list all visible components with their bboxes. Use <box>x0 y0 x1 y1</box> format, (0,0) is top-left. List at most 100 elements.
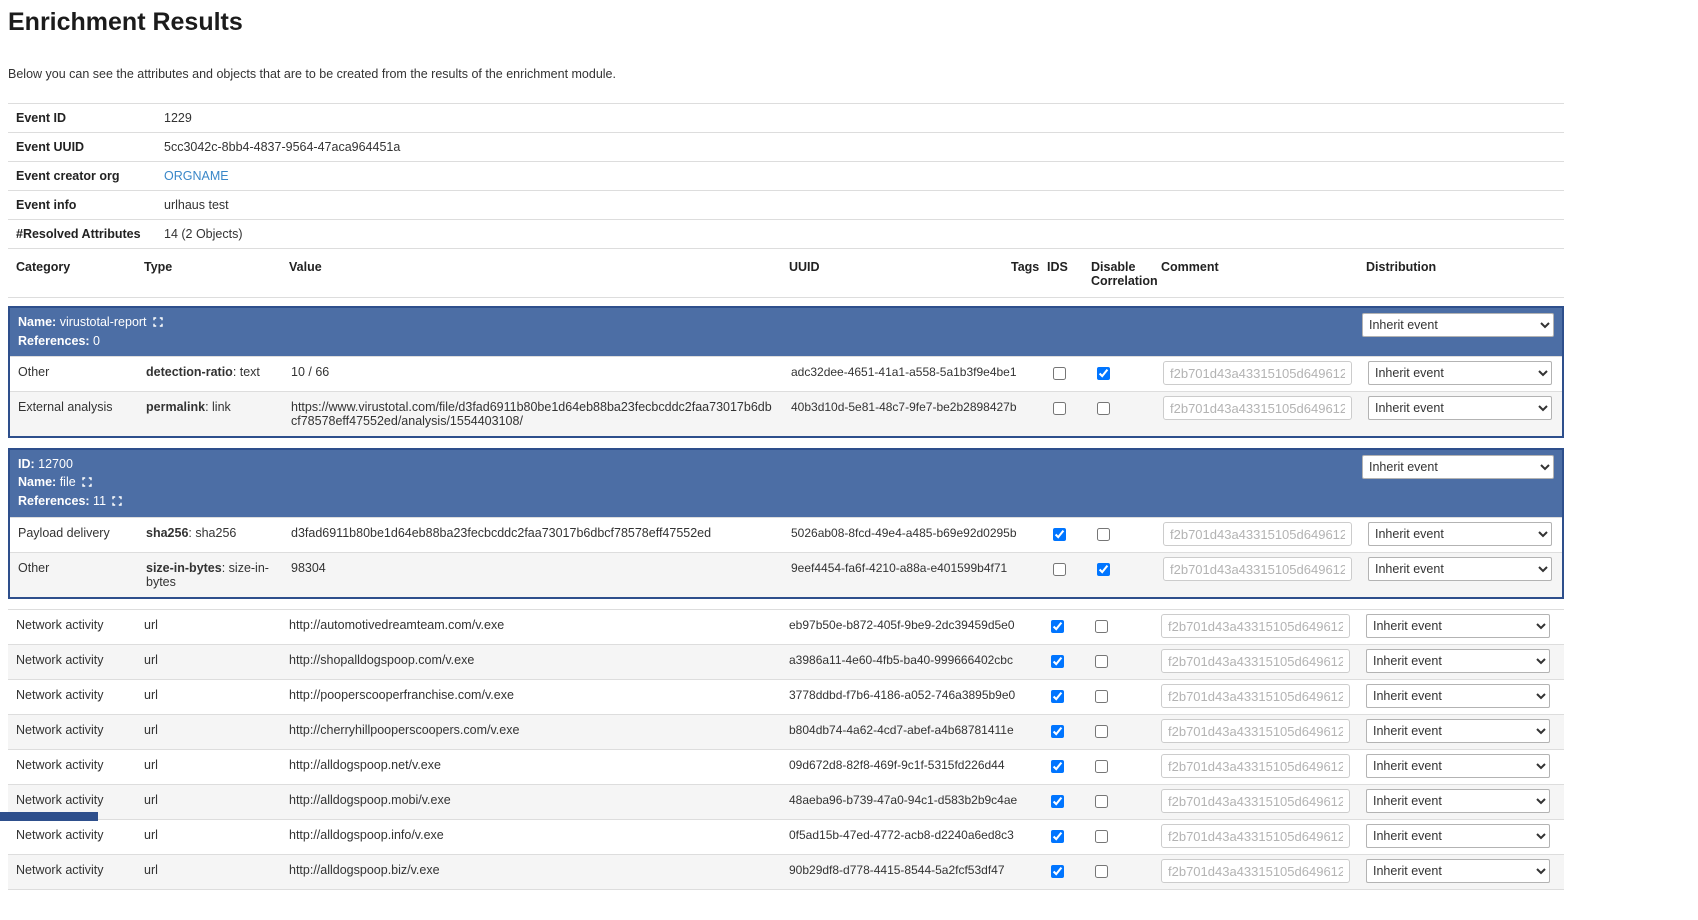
attribute-value: 98304 <box>283 553 783 583</box>
attribute-value: https://www.virustotal.com/file/d3fad691… <box>283 392 783 436</box>
attribute-type: sha256: sha256 <box>138 518 283 548</box>
object-distribution-select[interactable]: Inherit event <box>1362 313 1554 337</box>
disable-correlation-checkbox[interactable] <box>1097 402 1110 415</box>
distribution-select[interactable]: Inherit event <box>1366 719 1550 743</box>
attribute-row: Network activityurlhttp://shopalldogspoo… <box>8 644 1564 679</box>
column-header-comment: Comment <box>1153 251 1358 297</box>
ids-checkbox[interactable] <box>1051 865 1064 878</box>
attribute-uuid: 3778ddbd-f7b6-4186-a052-746a3895b9e0 <box>781 680 1003 710</box>
ids-checkbox[interactable] <box>1051 760 1064 773</box>
distribution-select[interactable]: Inherit event <box>1366 754 1550 778</box>
ids-checkbox[interactable] <box>1051 620 1064 633</box>
object-header-line: References: 11 <box>18 492 1362 511</box>
object-header-lines: ID: 12700Name: fileReferences: 11 <box>18 455 1362 511</box>
distribution-select[interactable]: Inherit event <box>1366 614 1550 638</box>
ids-cell <box>1041 357 1085 391</box>
ids-checkbox[interactable] <box>1053 367 1066 380</box>
ids-checkbox[interactable] <box>1051 725 1064 738</box>
distribution-select[interactable]: Inherit event <box>1368 361 1552 385</box>
expand-icon[interactable] <box>153 314 163 332</box>
ids-checkbox[interactable] <box>1051 690 1064 703</box>
ids-cell <box>1039 715 1083 749</box>
disable-correlation-cell <box>1083 715 1153 749</box>
ids-checkbox[interactable] <box>1053 528 1066 541</box>
comment-cell <box>1153 645 1358 677</box>
attribute-value: http://automotivedreamteam.com/v.exe <box>281 610 781 640</box>
disable-correlation-cell <box>1083 680 1153 714</box>
attribute-category: Other <box>10 357 138 387</box>
attribute-value: http://shopalldogspoop.com/v.exe <box>281 645 781 675</box>
attribute-row: Otherdetection-ratio: text10 / 66adc32de… <box>10 356 1562 391</box>
resolved-attributes-label: #Resolved Attributes <box>8 220 156 249</box>
column-header-distribution: Distribution <box>1358 251 1558 297</box>
disable-correlation-checkbox[interactable] <box>1095 620 1108 633</box>
distribution-select[interactable]: Inherit event <box>1366 649 1550 673</box>
attribute-value: 10 / 66 <box>283 357 783 387</box>
distribution-select[interactable]: Inherit event <box>1366 684 1550 708</box>
distribution-select[interactable]: Inherit event <box>1366 859 1550 883</box>
ids-checkbox[interactable] <box>1051 655 1064 668</box>
ids-checkbox[interactable] <box>1053 402 1066 415</box>
event-creator-org-link[interactable]: ORGNAME <box>164 169 229 183</box>
attribute-tags <box>1003 680 1039 696</box>
comment-input[interactable] <box>1163 396 1352 420</box>
comment-input[interactable] <box>1161 684 1350 708</box>
disable-correlation-checkbox[interactable] <box>1097 563 1110 576</box>
disable-correlation-checkbox[interactable] <box>1095 795 1108 808</box>
object-distribution-cell: Inherit event <box>1362 455 1554 479</box>
object-header: ID: 12700Name: fileReferences: 11Inherit… <box>10 450 1562 517</box>
disable-correlation-checkbox[interactable] <box>1095 865 1108 878</box>
page-title: Enrichment Results <box>8 8 1564 37</box>
attribute-uuid: 48aeba96-b739-47a0-94c1-d583b2b9c4ae <box>781 785 1003 815</box>
disable-correlation-checkbox[interactable] <box>1095 830 1108 843</box>
attribute-uuid: a3986a11-4e60-4fb5-ba40-999666402cbc <box>781 645 1003 675</box>
attribute-type: detection-ratio: text <box>138 357 283 387</box>
comment-input[interactable] <box>1161 719 1350 743</box>
distribution-select[interactable]: Inherit event <box>1368 396 1552 420</box>
disable-correlation-checkbox[interactable] <box>1095 760 1108 773</box>
distribution-select[interactable]: Inherit event <box>1368 557 1552 581</box>
attribute-category: Network activity <box>8 785 136 815</box>
object-header-line: References: 0 <box>18 332 1362 350</box>
disable-correlation-checkbox[interactable] <box>1095 655 1108 668</box>
comment-input[interactable] <box>1161 614 1350 638</box>
attribute-uuid: 09d672d8-82f8-469f-9c1f-5315fd226d44 <box>781 750 1003 780</box>
disable-correlation-checkbox[interactable] <box>1097 528 1110 541</box>
expand-icon[interactable] <box>82 474 92 492</box>
comment-input[interactable] <box>1161 789 1350 813</box>
comment-input[interactable] <box>1163 361 1352 385</box>
comment-input[interactable] <box>1163 522 1352 546</box>
attribute-tags <box>1003 820 1039 836</box>
distribution-cell: Inherit event <box>1358 785 1558 817</box>
distribution-select[interactable]: Inherit event <box>1366 824 1550 848</box>
object-distribution-select[interactable]: Inherit event <box>1362 455 1554 479</box>
disable-correlation-checkbox[interactable] <box>1097 367 1110 380</box>
comment-input[interactable] <box>1161 824 1350 848</box>
column-header-ids: IDS <box>1039 251 1083 297</box>
distribution-select[interactable]: Inherit event <box>1368 522 1552 546</box>
disable-correlation-cell <box>1085 392 1155 426</box>
comment-cell <box>1153 750 1358 782</box>
attribute-category: Other <box>10 553 138 583</box>
disable-correlation-checkbox[interactable] <box>1095 690 1108 703</box>
attribute-row: Network activityurlhttp://automotivedrea… <box>8 609 1564 644</box>
comment-cell <box>1155 553 1360 585</box>
comment-input[interactable] <box>1161 649 1350 673</box>
disable-correlation-checkbox[interactable] <box>1095 725 1108 738</box>
object-group: ID: 12700Name: fileReferences: 11Inherit… <box>8 448 1564 599</box>
attribute-value: http://pooperscooperfranchise.com/v.exe <box>281 680 781 710</box>
comment-input[interactable] <box>1163 557 1352 581</box>
expand-icon[interactable] <box>112 493 122 511</box>
distribution-select[interactable]: Inherit event <box>1366 789 1550 813</box>
attribute-row: Network activityurlhttp://alldogspoop.in… <box>8 819 1564 854</box>
ids-checkbox[interactable] <box>1053 563 1066 576</box>
comment-input[interactable] <box>1161 754 1350 778</box>
comment-cell <box>1153 715 1358 747</box>
ids-checkbox[interactable] <box>1051 795 1064 808</box>
event-info-row: Event info urlhaus test <box>8 191 1564 220</box>
attribute-uuid: b804db74-4a62-4cd7-abef-a4b68781411e <box>781 715 1003 745</box>
attribute-type: url <box>136 750 281 780</box>
object-header: Name: virustotal-reportReferences: 0Inhe… <box>10 308 1562 356</box>
ids-checkbox[interactable] <box>1051 830 1064 843</box>
comment-input[interactable] <box>1161 859 1350 883</box>
